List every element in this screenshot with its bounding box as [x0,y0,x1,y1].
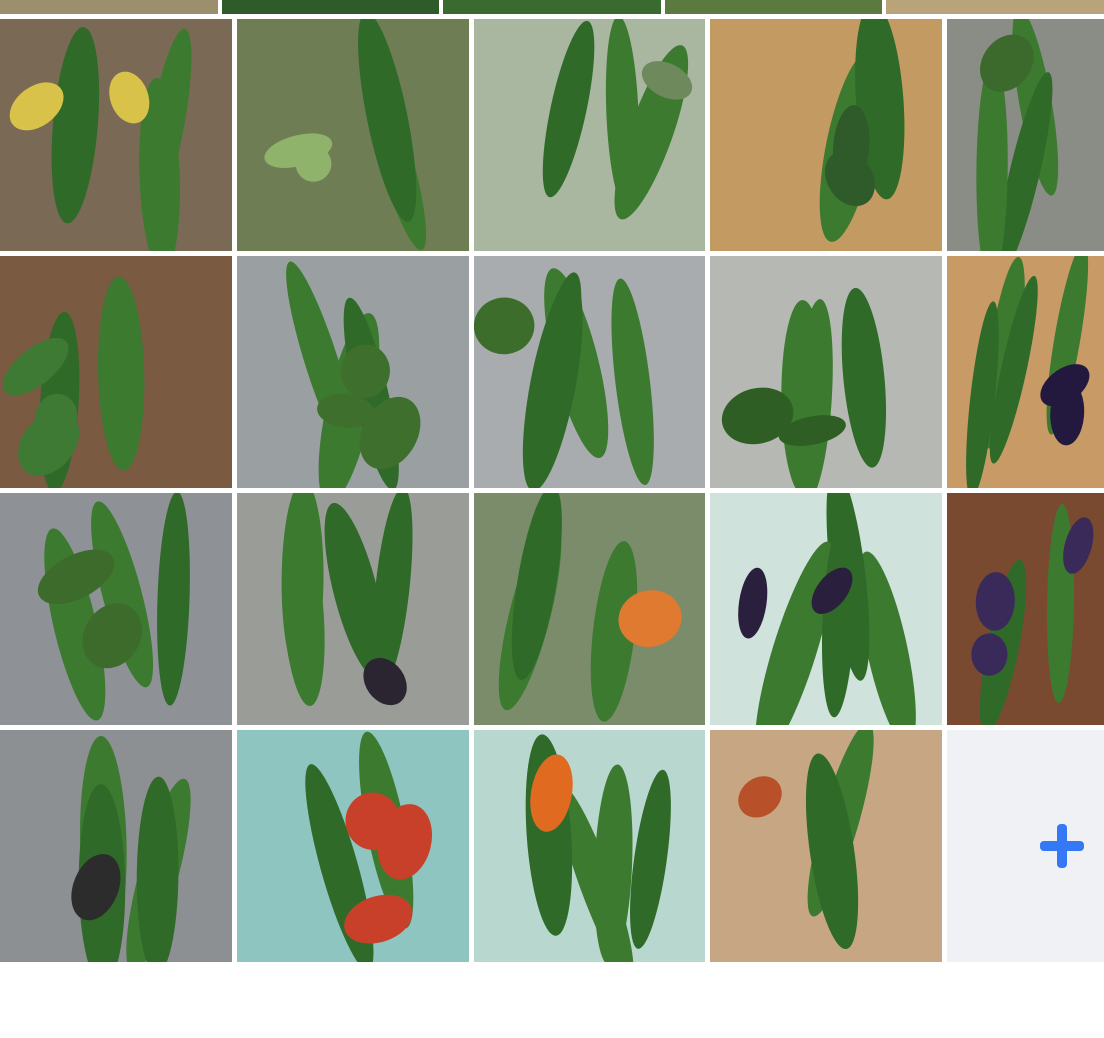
photo-image [498,493,682,722]
photo-image [976,19,1059,251]
photo-image [9,27,192,251]
photo-grid [0,19,1104,962]
cucumber-shape [98,276,145,471]
photo-image [542,19,693,220]
cucumber-shape [157,493,190,706]
photo-image [71,736,191,962]
partial-photo [0,0,218,14]
accent-shape [738,776,782,818]
photo-thumbnail[interactable] [947,493,1104,725]
photo-image [37,493,190,721]
photo-image [474,268,654,488]
partial-photo [886,0,1104,14]
photo-thumbnail[interactable] [474,493,705,725]
photo-thumbnail[interactable] [237,493,469,725]
cucumber-shape [841,287,887,468]
photo-thumbnail[interactable] [710,19,942,251]
accent-shape [738,567,768,639]
cucumber-shape [358,19,417,222]
photo-thumbnail[interactable] [474,256,705,488]
photo-thumbnail[interactable] [0,19,232,251]
photo-image [286,261,421,488]
photo-thumbnail[interactable] [0,256,232,488]
photo-image [2,276,145,488]
partial-photo-row [0,0,1104,14]
cucumber-shape [611,278,654,486]
partial-photo [664,0,883,14]
photo-thumbnail[interactable] [237,256,469,488]
photo-thumbnail[interactable] [0,730,232,962]
photo-image [819,19,905,242]
plus-icon [1040,824,1084,868]
photo-thumbnail[interactable] [474,19,705,251]
photo-thumbnail[interactable] [474,730,705,962]
photo-image [738,730,874,950]
cucumber-shape [51,27,100,224]
photo-thumbnail[interactable] [710,256,942,488]
photo-image [971,503,1094,725]
photo-thumbnail[interactable] [710,493,942,725]
photo-image [264,19,427,250]
photo-image [966,256,1090,488]
accent-shape [971,633,1008,676]
add-photo-button[interactable] [947,730,1104,962]
photo-thumbnail[interactable] [947,256,1104,488]
photo-image [525,734,671,962]
partial-photo [221,0,440,14]
photo-thumbnail[interactable] [710,730,942,962]
cucumber-shape [542,20,595,198]
photo-image [738,493,916,725]
partial-photo [443,0,661,14]
photo-image [721,287,887,488]
photo-thumbnail[interactable] [947,19,1104,251]
photo-image [281,493,413,707]
photo-thumbnail[interactable] [237,19,469,251]
photo-image [305,731,433,962]
accent-shape [474,297,535,355]
photo-thumbnail[interactable] [237,730,469,962]
photo-thumbnail[interactable] [0,493,232,725]
